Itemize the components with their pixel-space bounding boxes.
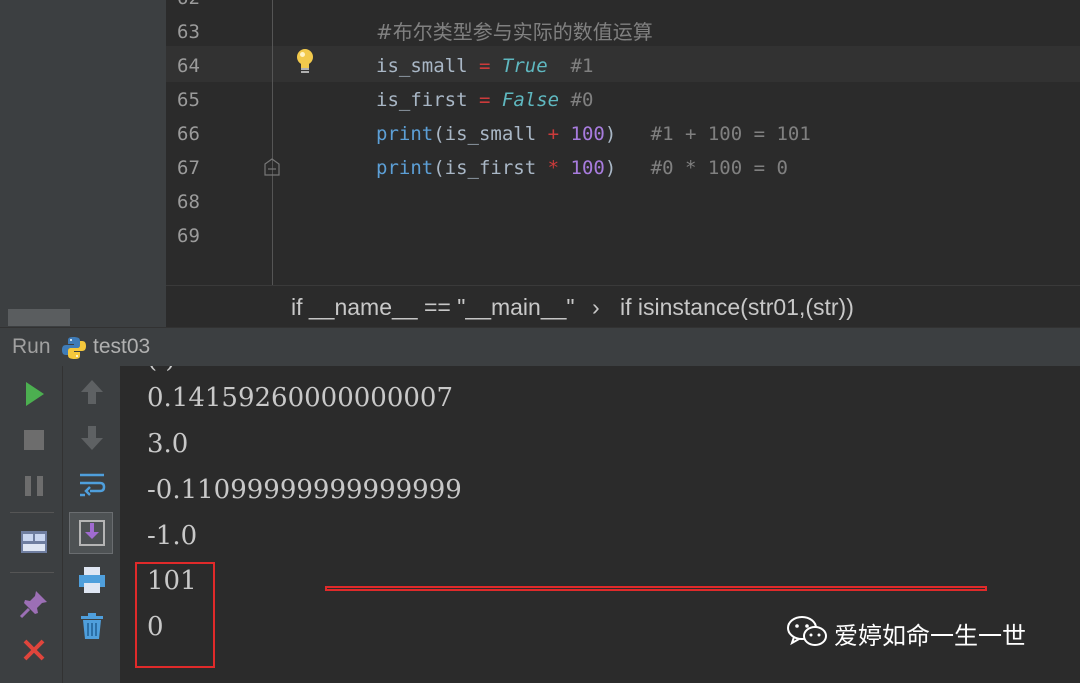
breadcrumb-item[interactable]: if __name__ == "__main__" [291, 294, 575, 321]
operator: = [478, 55, 491, 77]
operator: + [547, 123, 560, 145]
operator: * [547, 157, 560, 179]
pause-icon[interactable] [18, 470, 50, 502]
side-panel [8, 0, 166, 327]
paren: ( [433, 157, 445, 179]
watermark-text: 爱婷如命一生一世 [834, 622, 1026, 650]
line-number: 66 [177, 123, 200, 145]
code-line[interactable]: 63 #布尔类型参与实际的数值运算 [166, 15, 1080, 49]
console-line: 0.14159260000000007 [147, 383, 454, 413]
number-literal: 100 [570, 157, 605, 179]
breadcrumb-item[interactable]: if isinstance(str01,(str)) [620, 294, 854, 321]
code-line[interactable]: 62 [166, 0, 1080, 15]
lightbulb-icon[interactable] [294, 47, 316, 75]
run-toolbar-left [0, 366, 62, 683]
paren: ( [433, 123, 445, 145]
line-number: 63 [177, 21, 200, 43]
paren: ) [604, 157, 617, 179]
line-number: 65 [177, 89, 200, 111]
run-icon[interactable] [18, 378, 50, 410]
print-icon[interactable] [76, 564, 108, 596]
console-line-clipped: ( ) [147, 366, 176, 374]
run-tab-name[interactable]: test03 [93, 335, 150, 359]
python-icon [62, 337, 86, 359]
console-line: -1.0 [147, 521, 198, 551]
bool-literal: False [501, 89, 560, 111]
highlight-box [135, 562, 215, 668]
code-comment: #1 [570, 55, 594, 77]
code-line[interactable]: 68 [166, 185, 1080, 219]
pin-icon[interactable] [18, 588, 50, 620]
variable: is_small [376, 55, 468, 77]
line-number: 67 [177, 157, 200, 179]
line-number: 62 [177, 0, 200, 15]
code-comment: #0 [570, 89, 594, 111]
function-name: print [376, 157, 434, 179]
function-name: print [376, 123, 434, 145]
project-strip [0, 0, 8, 327]
stop-icon[interactable] [18, 424, 50, 456]
breadcrumb-separator: › [592, 294, 600, 320]
line-number: 69 [177, 225, 200, 247]
code-comment: #布尔类型参与实际的数值运算 [376, 20, 653, 44]
toolbar-separator [10, 512, 54, 513]
code-editor[interactable]: 62 63 #布尔类型参与实际的数值运算 64 is_small = True … [0, 0, 1080, 327]
line-number: 64 [177, 55, 200, 77]
horizontal-scrollbar[interactable] [8, 309, 70, 326]
code-line[interactable]: 66 print(is_small + 100) #1 + 100 = 101 [166, 117, 1080, 151]
soft-wrap-icon[interactable] [76, 468, 108, 500]
code-comment: #1 + 100 = 101 [650, 123, 811, 145]
bool-literal: True [501, 55, 548, 77]
operator: = [478, 89, 491, 111]
down-arrow-icon[interactable] [76, 422, 108, 454]
run-tool-window-header: Run test03 [0, 327, 1080, 367]
trash-icon[interactable] [76, 610, 108, 642]
up-arrow-icon[interactable] [76, 376, 108, 408]
code-comment: #0 * 100 = 0 [650, 157, 788, 179]
scroll-to-end-icon [79, 520, 105, 546]
run-toolbar-right [62, 366, 121, 683]
code-line[interactable]: 67 print(is_first * 100) #0 * 100 = 0 [166, 151, 1080, 185]
variable: is_first [444, 157, 537, 179]
console-line: -0.11099999999999999 [147, 475, 462, 505]
breadcrumb: if __name__ == "__main__" › if isinstanc… [166, 285, 1080, 327]
close-icon[interactable] [18, 634, 50, 666]
number-literal: 100 [570, 123, 605, 145]
console-line: 3.0 [147, 429, 189, 459]
code-line[interactable]: 65 is_first = False #0 [166, 83, 1080, 117]
variable: is_small [444, 123, 537, 145]
scroll-to-end-toggle[interactable] [69, 512, 113, 554]
highlight-arrow-line [325, 586, 987, 591]
fold-marker-icon[interactable] [264, 158, 280, 176]
paren: ) [604, 123, 617, 145]
run-label: Run [12, 335, 51, 358]
toolbar-separator [10, 572, 54, 573]
wechat-icon [787, 616, 827, 646]
code-line[interactable]: 69 [166, 219, 1080, 253]
layout-icon[interactable] [18, 526, 50, 558]
variable: is_first [376, 89, 468, 111]
line-number: 68 [177, 191, 200, 213]
